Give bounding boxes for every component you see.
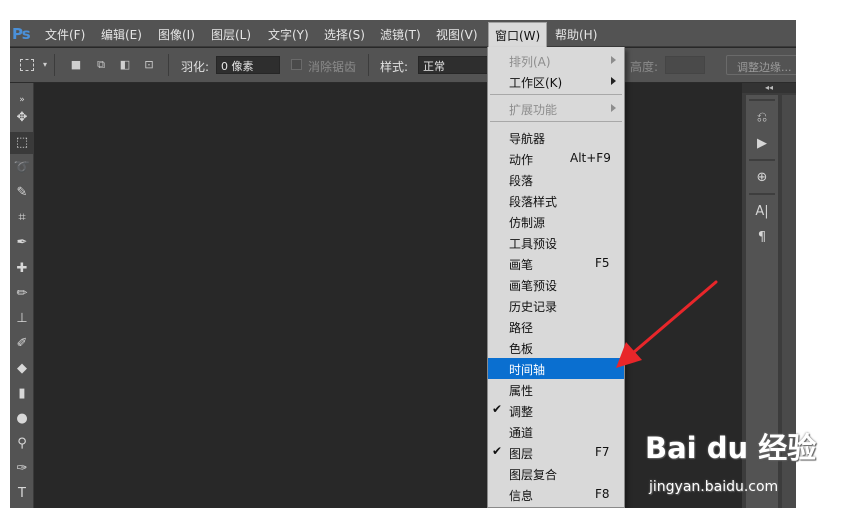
subtract-selection-icon[interactable]: ◧ xyxy=(116,57,134,73)
height-input[interactable] xyxy=(665,56,705,74)
menu-bar: Ps 文件(F) 编辑(E) 图像(I) 图层(L) 文字(Y) 选择(S) 滤… xyxy=(10,20,796,47)
gradient-tool-icon[interactable]: ▮ xyxy=(10,383,34,405)
submenu-arrow-icon xyxy=(611,104,616,112)
healing-brush-tool-icon[interactable]: ✚ xyxy=(10,258,34,280)
separator xyxy=(749,159,775,161)
shortcut-label: F5 xyxy=(595,256,610,270)
menu-item-paragraph[interactable]: 段落 xyxy=(488,169,624,190)
marquee-tool-icon[interactable]: ⬚ xyxy=(10,132,34,154)
menu-item-actions[interactable]: 动作 Alt+F9 xyxy=(488,148,624,169)
eraser-tool-icon[interactable]: ◆ xyxy=(10,358,34,380)
separator xyxy=(749,99,775,101)
dodge-tool-icon[interactable]: ⚲ xyxy=(10,433,34,455)
menu-item-properties[interactable]: 属性 xyxy=(488,379,624,400)
menu-item-workspace[interactable]: 工作区(K) xyxy=(488,71,624,92)
menu-item-info[interactable]: 信息 F8 xyxy=(488,484,624,505)
menu-type[interactable]: 文字(Y) xyxy=(268,26,309,43)
menu-separator xyxy=(490,94,622,95)
annotation-arrow xyxy=(616,280,718,368)
separator xyxy=(168,54,169,76)
menu-separator xyxy=(490,121,622,122)
submenu-arrow-icon xyxy=(611,77,616,85)
feather-input[interactable]: 0 像素 xyxy=(216,56,280,74)
new-selection-icon[interactable]: ■ xyxy=(67,57,85,73)
refine-edge-button[interactable]: 调整边缘... xyxy=(726,55,796,75)
add-selection-icon[interactable]: ⧉ xyxy=(92,57,110,73)
tools-panel: » ✥ ⬚ ➰ ✎ ⌗ ✒ ✚ ✏ ⊥ ✐ ◆ ▮ ● ⚲ ✑ T xyxy=(10,83,34,508)
menu-image[interactable]: 图像(I) xyxy=(158,26,195,43)
eyedropper-tool-icon[interactable]: ✒ xyxy=(10,232,34,254)
window-menu-dropdown: 排列(A) 工作区(K) 扩展功能 导航器 动作 Alt+F9 段落 段落样式 仿… xyxy=(487,47,625,508)
move-tool-icon[interactable]: ✥ xyxy=(10,107,34,129)
submenu-arrow-icon xyxy=(611,56,616,64)
shortcut-label: Alt+F9 xyxy=(570,151,611,165)
history-panel-icon[interactable]: ⎌ xyxy=(746,105,778,131)
menu-view[interactable]: 视图(V) xyxy=(436,26,478,43)
menu-window[interactable]: 窗口(W) xyxy=(488,22,548,47)
chevron-down-icon[interactable]: ▾ xyxy=(36,57,54,73)
watermark-url: jingyan.baidu.com xyxy=(649,479,779,495)
history-brush-tool-icon[interactable]: ✐ xyxy=(10,333,34,355)
menu-item-brush-presets[interactable]: 画笔预设 xyxy=(488,274,624,295)
menu-item-channels[interactable]: 通道 xyxy=(488,421,624,442)
menu-item-swatches[interactable]: 色板 xyxy=(488,337,624,358)
menu-item-layers[interactable]: ✔ 图层 F7 xyxy=(488,442,624,463)
checkmark-icon: ✔ xyxy=(492,402,503,416)
menu-layer[interactable]: 图层(L) xyxy=(211,26,251,43)
separator xyxy=(368,54,369,76)
clone-source-panel-icon[interactable]: ⊕ xyxy=(746,165,778,191)
menu-item-arrange[interactable]: 排列(A) xyxy=(488,50,624,71)
quick-selection-tool-icon[interactable]: ✎ xyxy=(10,182,34,204)
lasso-tool-icon[interactable]: ➰ xyxy=(10,157,34,179)
character-panel-icon[interactable]: A| xyxy=(746,199,778,225)
shortcut-label: F7 xyxy=(595,445,610,459)
ps-logo: Ps xyxy=(12,25,31,43)
brush-tool-icon[interactable]: ✏ xyxy=(10,283,34,305)
menu-item-paths[interactable]: 路径 xyxy=(488,316,624,337)
style-select[interactable]: 正常 xyxy=(418,56,488,74)
menu-item-navigator[interactable]: 导航器 xyxy=(488,127,624,148)
blur-tool-icon[interactable]: ● xyxy=(10,408,34,430)
marquee-preset-icon[interactable] xyxy=(20,59,34,71)
menu-filter[interactable]: 滤镜(T) xyxy=(380,26,421,43)
menu-item-adjustments[interactable]: ✔ 调整 xyxy=(488,400,624,421)
intersect-selection-icon[interactable]: ⊡ xyxy=(140,57,158,73)
menu-file[interactable]: 文件(F) xyxy=(45,26,85,43)
separator xyxy=(749,193,775,195)
antialias-label: 消除锯齿 xyxy=(308,60,357,74)
menu-item-tool-presets[interactable]: 工具预设 xyxy=(488,232,624,253)
menu-item-history[interactable]: 历史记录 xyxy=(488,295,624,316)
crop-tool-icon[interactable]: ⌗ xyxy=(10,207,34,229)
options-bar: ▾ ■ ⧉ ◧ ⊡ 羽化: 0 像素 消除锯齿 样式: 正常 高度: 调整边缘.… xyxy=(10,48,796,83)
menu-item-timeline[interactable]: 时间轴 xyxy=(488,358,624,379)
baidu-watermark: Bai du 经验 jingyan.baidu.com xyxy=(645,425,835,505)
antialias-checkbox[interactable] xyxy=(291,59,302,70)
menu-item-clone-source[interactable]: 仿制源 xyxy=(488,211,624,232)
dock-collapse-icon[interactable]: ◂◂ xyxy=(742,83,796,93)
menu-item-extensions[interactable]: 扩展功能 xyxy=(488,98,624,119)
actions-panel-icon[interactable]: ▶ xyxy=(746,131,778,157)
height-label: 高度: xyxy=(630,60,659,74)
style-label: 样式: xyxy=(380,60,409,74)
watermark-logo: Bai du 经验 xyxy=(645,431,817,465)
shortcut-label: F8 xyxy=(595,487,610,501)
menu-item-layer-comps[interactable]: 图层复合 xyxy=(488,463,624,484)
feather-label: 羽化: xyxy=(181,60,210,74)
type-tool-icon[interactable]: T xyxy=(10,483,34,505)
menu-select[interactable]: 选择(S) xyxy=(324,26,365,43)
menu-item-paragraph-styles[interactable]: 段落样式 xyxy=(488,190,624,211)
menu-edit[interactable]: 编辑(E) xyxy=(101,26,142,43)
checkmark-icon: ✔ xyxy=(492,444,503,458)
paragraph-panel-icon[interactable]: ¶ xyxy=(746,225,778,251)
menu-help[interactable]: 帮助(H) xyxy=(555,26,597,43)
separator xyxy=(54,54,55,76)
menu-item-brush[interactable]: 画笔 F5 xyxy=(488,253,624,274)
clone-stamp-tool-icon[interactable]: ⊥ xyxy=(10,308,34,330)
pen-tool-icon[interactable]: ✑ xyxy=(10,458,34,480)
